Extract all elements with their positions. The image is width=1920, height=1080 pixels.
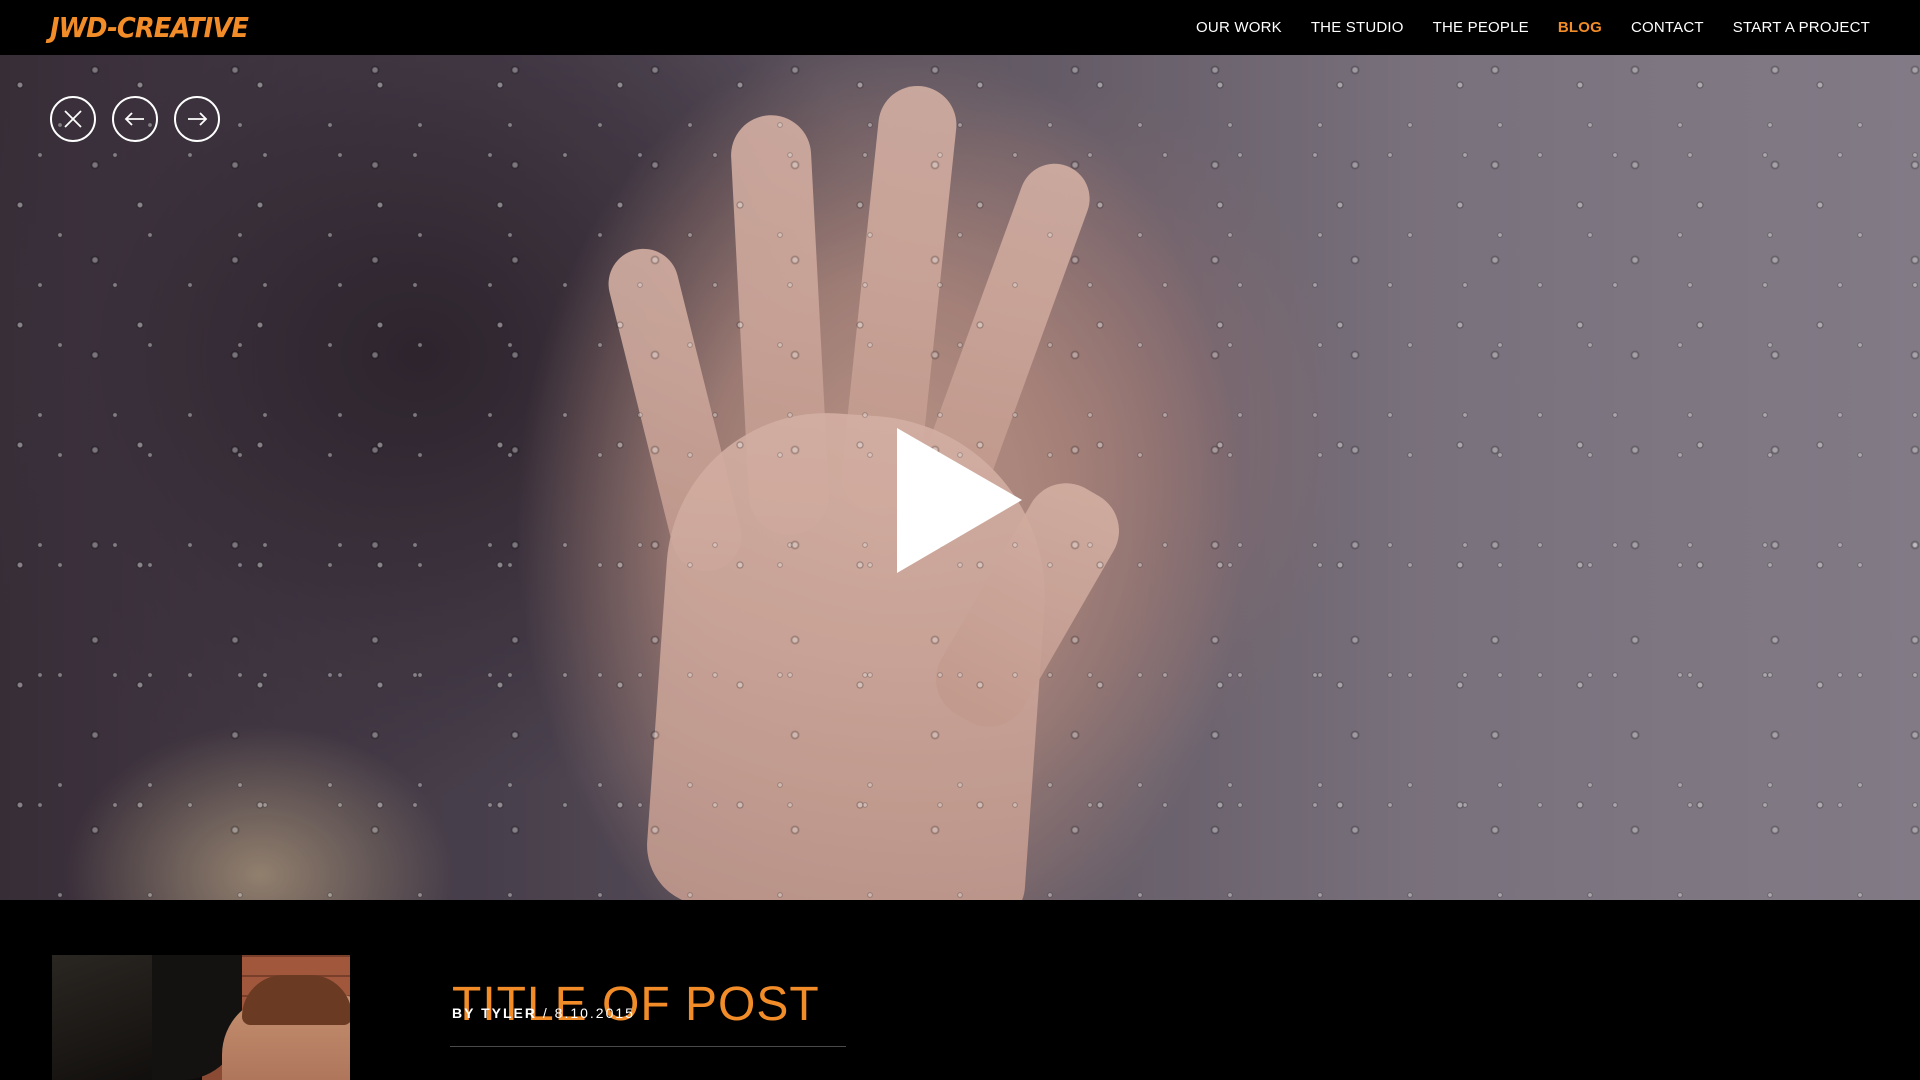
close-icon — [64, 110, 82, 128]
nav-item-blog[interactable]: BLOG — [1558, 19, 1602, 36]
nav-item-the-studio[interactable]: THE STUDIO — [1311, 19, 1404, 36]
play-button[interactable] — [897, 428, 1022, 573]
site-logo[interactable]: JWD-CREATIVE — [50, 12, 249, 44]
post-author[interactable]: BY TYLER — [452, 1005, 537, 1021]
meta-separator: / — [536, 1005, 555, 1021]
arrow-right-icon — [188, 112, 208, 126]
close-button[interactable] — [50, 96, 96, 142]
author-photo — [52, 955, 350, 1080]
nav-item-contact[interactable]: CONTACT — [1631, 19, 1704, 36]
nav-item-our-work[interactable]: OUR WORK — [1196, 19, 1282, 36]
nav-item-start-a-project[interactable]: START A PROJECT — [1733, 19, 1870, 36]
nav-item-the-people[interactable]: THE PEOPLE — [1433, 19, 1529, 36]
photo-hair — [242, 975, 350, 1025]
divider — [450, 1046, 846, 1047]
post-meta: BY TYLER / 8.10.2015 — [452, 1005, 635, 1021]
post-date: 8.10.2015 — [554, 1005, 635, 1021]
next-button[interactable] — [174, 96, 220, 142]
arrow-left-icon — [124, 112, 144, 126]
main-nav: OUR WORK THE STUDIO THE PEOPLE BLOG CONT… — [1167, 0, 1870, 55]
site-header: JWD-CREATIVE OUR WORK THE STUDIO THE PEO… — [0, 0, 1920, 55]
play-icon — [897, 428, 1022, 573]
prev-button[interactable] — [112, 96, 158, 142]
